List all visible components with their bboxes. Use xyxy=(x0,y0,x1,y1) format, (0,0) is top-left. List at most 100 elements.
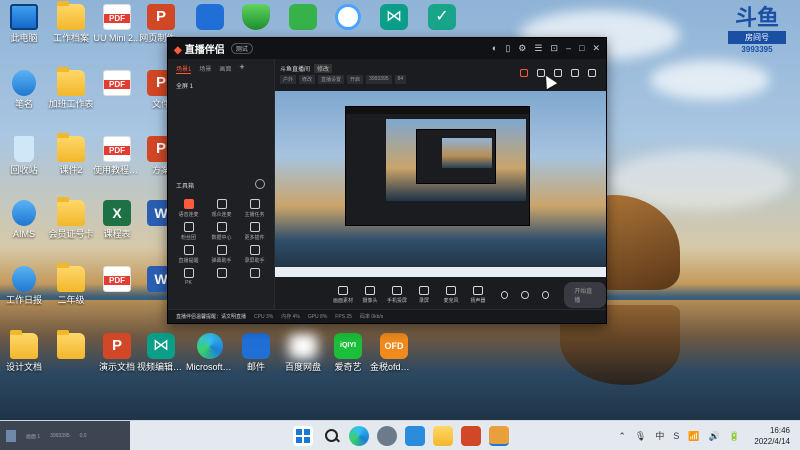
desktop-icon[interactable]: AIMS xyxy=(0,200,48,240)
desktop-icon[interactable]: 工作档案 xyxy=(47,1,95,44)
toolbox-item[interactable]: 数据中心 xyxy=(205,222,238,241)
toolbox-item[interactable]: 粉丝团 xyxy=(172,222,205,241)
desktop-icon[interactable]: 使用教程学习 xyxy=(93,136,141,176)
desktop-icon[interactable]: UU Mini 2... xyxy=(93,4,141,44)
live-app-icon[interactable] xyxy=(489,426,509,446)
desktop-icon[interactable] xyxy=(47,330,95,362)
speaker-button[interactable]: 扬声器 xyxy=(468,286,488,304)
file-explorer-icon[interactable] xyxy=(433,426,453,446)
desktop-icon[interactable]: Microsoft Edge xyxy=(186,333,234,373)
desktop-icon[interactable] xyxy=(93,70,141,99)
add-scene-button[interactable]: + xyxy=(239,63,244,74)
toolbox-refresh-icon[interactable] xyxy=(255,179,265,189)
menu-icon[interactable]: ☰ xyxy=(534,43,542,53)
settings-icon[interactable] xyxy=(541,291,550,299)
tray-app-icon[interactable]: S xyxy=(673,430,679,442)
desktop-icon[interactable]: 课程表 xyxy=(93,200,141,240)
toolbox-item[interactable]: 录屏助手 xyxy=(238,245,271,264)
tab-view[interactable]: 画面 xyxy=(219,64,231,74)
desktop-icon[interactable] xyxy=(232,4,280,33)
desktop-icon[interactable]: 会员证号卡 xyxy=(47,197,95,240)
live-preview[interactable] xyxy=(275,91,606,277)
toolbox-item[interactable] xyxy=(205,268,238,286)
start-live-button[interactable]: 开始直播 xyxy=(564,282,606,308)
powerpoint-icon[interactable] xyxy=(461,426,481,446)
tray-expand-icon[interactable]: ⌃ xyxy=(618,430,626,442)
room-meta-chip[interactable]: 直播设置 xyxy=(318,75,345,84)
taskbar-left-preview[interactable]: 画面 1 3993395 0.0 xyxy=(0,421,130,450)
room-meta-chip[interactable]: 修改 xyxy=(299,75,316,84)
toolbox-item[interactable]: 观众连麦 xyxy=(205,199,238,218)
desktop-icon[interactable]: 百度网盘 xyxy=(279,333,327,373)
vsx-app-icon xyxy=(147,333,175,359)
app-titlebar[interactable]: 直播伴侣 测试 ◐ ▯ ⚙ ☰ ⊡ – □ ✕ xyxy=(168,38,606,59)
desktop-icon[interactable]: 回收站 xyxy=(0,136,48,176)
tab-scene[interactable]: 场景 xyxy=(199,64,211,74)
toolbox-item[interactable]: 更多插件 xyxy=(238,222,271,241)
screen-record-button[interactable]: 录屏 xyxy=(414,286,434,304)
search-icon[interactable] xyxy=(321,426,341,446)
media-icon xyxy=(338,286,348,295)
desktop-icon[interactable] xyxy=(418,4,466,33)
desktop-icon[interactable]: 视频编辑软件 xyxy=(137,333,185,373)
wifi-icon[interactable]: 📶 xyxy=(688,430,699,442)
scene-item[interactable]: 全屏 1 xyxy=(168,79,274,92)
phone-cast-button[interactable]: 手机投屏 xyxy=(387,286,407,304)
toolbox-item[interactable]: PK xyxy=(172,268,205,286)
bell-icon[interactable] xyxy=(571,69,579,77)
clock[interactable]: 16:46 2022/4/14 xyxy=(754,425,790,447)
settings-icon[interactable]: ⚙ xyxy=(518,43,526,53)
desktop-icon[interactable]: 爱奇艺 xyxy=(324,333,372,373)
ppt-file-icon xyxy=(103,333,131,359)
share-icon[interactable] xyxy=(588,69,596,77)
desktop-icon[interactable]: 工作日报 xyxy=(0,266,48,306)
desktop-icon[interactable] xyxy=(279,4,327,33)
desktop-icon[interactable]: 设计文档 xyxy=(0,330,48,373)
microphone-tray-icon[interactable]: 🎙 xyxy=(635,430,646,442)
gift-icon[interactable] xyxy=(520,69,528,77)
media-button[interactable]: 画面素材 xyxy=(333,286,353,304)
desktop-icon[interactable]: 演示文档 xyxy=(93,333,141,373)
toolbox-item[interactable] xyxy=(238,268,271,286)
desktop-icon[interactable]: 金税ofd电子发票阅读器 xyxy=(370,333,418,373)
camera-button[interactable]: 摄像头 xyxy=(360,286,380,304)
volume-icon[interactable]: 🔊 xyxy=(709,430,720,442)
record-icon[interactable] xyxy=(500,291,509,299)
share-screen-icon[interactable] xyxy=(554,69,562,77)
desktop-icon[interactable] xyxy=(186,4,234,33)
desktop-icon[interactable]: 笔名 xyxy=(0,70,48,110)
mobile-icon[interactable]: ▯ xyxy=(505,43,510,53)
desktop-icon[interactable] xyxy=(370,4,418,33)
ime-icon[interactable]: 中 xyxy=(655,430,664,442)
toolbox-item[interactable]: 语音连麦 xyxy=(172,199,205,218)
desktop-icon[interactable]: 二年级 xyxy=(47,263,95,306)
photos-icon[interactable] xyxy=(405,426,425,446)
close-icon[interactable]: ✕ xyxy=(592,43,600,53)
minimize-icon[interactable]: – xyxy=(566,43,571,53)
start-icon[interactable] xyxy=(293,426,313,446)
maximize-icon[interactable]: □ xyxy=(579,43,584,53)
room-meta-chip[interactable]: 3993395 xyxy=(366,75,392,84)
desktop-icon[interactable]: 此电脑 xyxy=(0,4,48,44)
toolbox-item[interactable]: 直播提醒 xyxy=(172,245,205,264)
room-meta-chip[interactable]: 户外 xyxy=(280,75,297,84)
desktop-icon[interactable] xyxy=(324,4,372,33)
skin-icon[interactable]: ◐ xyxy=(492,43,497,53)
room-meta-chip[interactable]: 84 xyxy=(394,75,407,84)
desktop-icon[interactable]: 课件2 xyxy=(47,133,95,176)
microphone-button[interactable]: 麦克风 xyxy=(441,286,461,304)
tab-scene-1[interactable]: 场景1 xyxy=(176,64,192,74)
desktop-icon[interactable]: 邮件 xyxy=(232,333,280,373)
phone-cast-icon xyxy=(391,286,402,295)
room-meta-chip[interactable]: 开启 xyxy=(347,75,364,84)
edge-icon[interactable] xyxy=(349,426,369,446)
edit-title-button[interactable]: 修改 xyxy=(314,64,333,73)
toolbox-item[interactable]: 主播任务 xyxy=(238,199,271,218)
desktop-icon[interactable] xyxy=(93,266,141,295)
pin-icon[interactable]: ⊡ xyxy=(550,43,558,53)
signal-icon[interactable] xyxy=(521,291,529,299)
desktop-icon[interactable]: 加班工作表 xyxy=(47,67,95,110)
toolbox-item[interactable]: 弹幕助手 xyxy=(205,245,238,264)
battery-icon[interactable]: 🔋 xyxy=(729,430,740,442)
settings-icon[interactable] xyxy=(377,426,397,446)
